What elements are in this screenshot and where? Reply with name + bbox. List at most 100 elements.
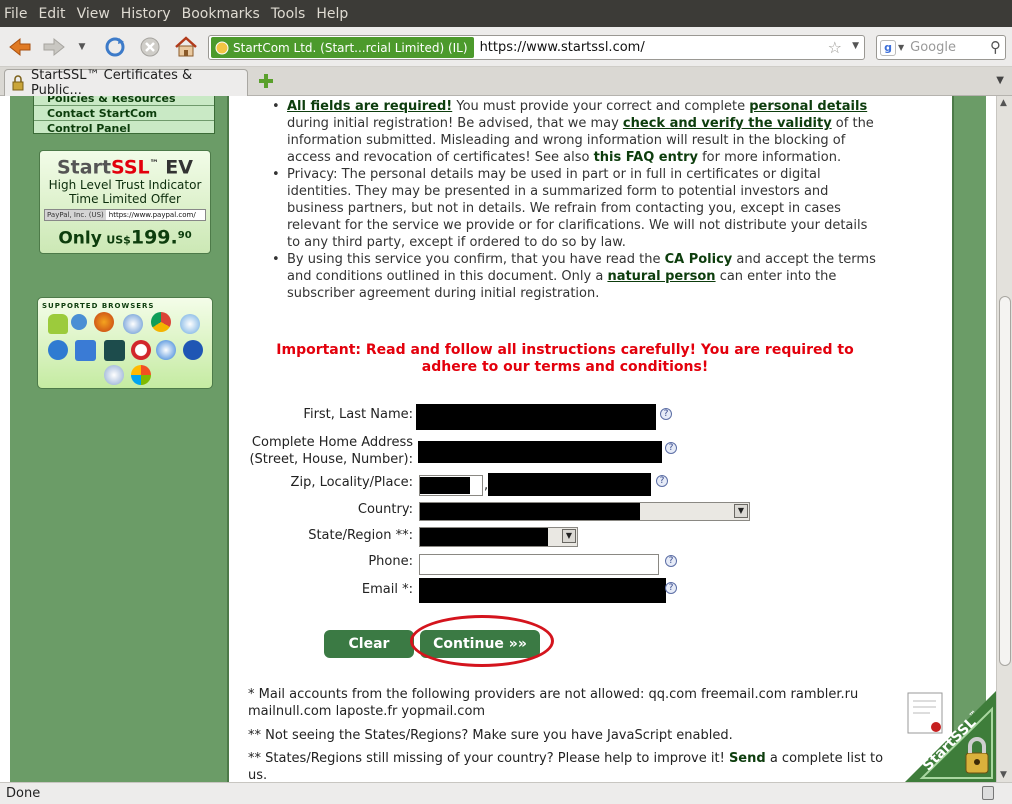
search-engine-dropdown-icon[interactable]: ▼ [898, 43, 904, 52]
menu-tools[interactable]: Tools [271, 6, 306, 22]
check-verify-link[interactable]: check and verify the validity [623, 116, 832, 131]
country-select[interactable]: ▼ [419, 502, 750, 521]
konqueror-icon [180, 314, 200, 334]
safari-icon [156, 340, 176, 360]
name-label: First, Last Name: [303, 407, 413, 422]
terms-item-required: All fields are required! You must provid… [258, 98, 878, 166]
name-help-icon[interactable]: ? [660, 408, 672, 420]
stop-icon [140, 37, 160, 57]
menu-view[interactable]: View [77, 6, 110, 22]
bookmark-star-icon[interactable]: ☆ [828, 38, 842, 57]
tab-list-dropdown-icon[interactable]: ▼ [996, 75, 1004, 86]
terms-text-3a: By using this service you confirm, that … [287, 252, 665, 267]
ev-title-ssl: SSL [111, 156, 150, 179]
natural-person-link[interactable]: natural person [607, 269, 715, 284]
site-identity-badge[interactable]: StartCom Ltd. (Start...rcial Limited) (I… [211, 37, 474, 58]
state-select[interactable]: ▼ [419, 527, 578, 547]
epiphany-icon [104, 365, 124, 385]
browsers-title: SUPPORTED BROWSERS [42, 302, 155, 310]
home-button[interactable] [172, 35, 200, 59]
maxthon-icon [75, 340, 96, 361]
menu-history[interactable]: History [121, 6, 171, 22]
search-input[interactable]: Google [910, 40, 956, 55]
url-bar[interactable]: StartCom Ltd. (Start...rcial Limited) (I… [208, 35, 865, 60]
email-field[interactable] [419, 578, 666, 603]
faq-entry-link[interactable]: this FAQ entry [594, 150, 698, 165]
home-icon [175, 36, 197, 57]
ev-title-ev: EV [165, 156, 193, 179]
name-field[interactable] [416, 404, 656, 430]
page-content: Policies & Resources Contact StartCom Co… [0, 96, 996, 782]
states-missing-note: ** States/Regions still missing of your … [248, 750, 888, 782]
mail-providers-note: * Mail accounts from the following provi… [248, 687, 859, 719]
webkit-icon [71, 314, 87, 330]
sidebar-item-policies[interactable]: Policies & Resources [34, 96, 214, 106]
all-fields-required-link[interactable]: All fields are required! [287, 99, 452, 114]
address-label-line2: (Street, House, Number): [249, 452, 413, 467]
sidebar-item-control-panel[interactable]: Control Panel [34, 121, 214, 136]
site-identity-label: StartCom Ltd. (Start...rcial Limited) (I… [233, 40, 468, 55]
paypal-mini-urlbar: PayPal, Inc. (US) https://www.paypal.com… [44, 209, 206, 222]
address-field[interactable] [418, 441, 662, 463]
zip-field[interactable] [419, 475, 483, 496]
sidebar-nav: Policies & Resources Contact StartCom Co… [33, 96, 215, 136]
clear-button[interactable]: Clear [324, 630, 414, 658]
url-text[interactable]: https://www.startssl.com/ [480, 40, 645, 55]
search-bar[interactable]: g ▼ Google ⚲ [876, 35, 1006, 60]
ev-price: Only US$199.90 [40, 225, 210, 251]
zip-label: Zip, Locality/Place: [290, 475, 413, 490]
tab-startssl[interactable]: StartSSL™ Certificates & Public... [4, 68, 248, 98]
lock-icon [12, 75, 24, 91]
ev-promo-banner[interactable]: StartSSL™ EV High Level Trust Indicator … [39, 150, 211, 254]
menu-help[interactable]: Help [316, 6, 348, 22]
terms-text-1d: for more information. [697, 150, 842, 165]
flock-icon [183, 340, 203, 360]
status-lock-icon[interactable] [982, 786, 994, 800]
ev-line2: Time Limited Offer [69, 192, 181, 207]
phone-field[interactable] [419, 554, 659, 575]
ev-price-currency: US$ [106, 233, 131, 247]
stop-button[interactable] [137, 35, 163, 59]
terms-list: All fields are required! You must provid… [258, 98, 878, 302]
vertical-scrollbar[interactable]: ▲ ▼ [996, 96, 1012, 782]
windows-icon [131, 365, 151, 385]
important-notice: Important: Read and follow all instructi… [276, 342, 854, 375]
state-dropdown-icon: ▼ [562, 529, 576, 543]
forward-button[interactable] [40, 35, 68, 59]
search-icon[interactable]: ⚲ [990, 38, 1001, 56]
locality-field[interactable] [488, 473, 651, 496]
menu-bookmarks[interactable]: Bookmarks [182, 6, 260, 22]
history-dropdown-button[interactable]: ▼ [74, 35, 90, 59]
phone-help-icon[interactable]: ? [665, 555, 677, 567]
ie-icon [48, 340, 68, 360]
startssl-seal[interactable]: StartSSL™ [900, 691, 996, 782]
ev-price-value: 199. [130, 226, 178, 249]
terms-text-1b: during initial registration! Be advised,… [287, 116, 623, 131]
scroll-down-icon[interactable]: ▼ [1000, 770, 1007, 780]
tab-bar: StartSSL™ Certificates & Public... ▼ [0, 67, 1012, 98]
state-label: State/Region **: [308, 528, 413, 543]
ev-title: StartSSL™ EV [40, 153, 210, 178]
address-help-icon[interactable]: ? [665, 442, 677, 454]
personal-details-link[interactable]: personal details [749, 99, 867, 114]
zip-help-icon[interactable]: ? [656, 475, 668, 487]
ca-policy-link[interactable]: CA Policy [665, 252, 733, 267]
menu-file[interactable]: File [4, 6, 27, 22]
google-icon[interactable]: g [880, 39, 896, 56]
terms-text-1a: You must provide your correct and comple… [452, 99, 750, 114]
send-link[interactable]: Send [729, 751, 766, 766]
right-border [952, 96, 986, 782]
scroll-up-icon[interactable]: ▲ [1000, 98, 1007, 108]
supported-browsers-panel: SUPPORTED BROWSERS [37, 297, 213, 389]
seamonkey-icon [123, 314, 143, 334]
firefox-icon [94, 312, 114, 332]
scrollbar-thumb[interactable] [999, 296, 1011, 666]
url-dropdown-icon[interactable]: ▼ [852, 41, 859, 51]
reload-button[interactable] [102, 35, 128, 59]
menu-edit[interactable]: Edit [38, 6, 65, 22]
sidebar-item-contact[interactable]: Contact StartCom [34, 106, 214, 121]
email-help-icon[interactable]: ? [665, 582, 677, 594]
new-tab-button[interactable] [257, 72, 275, 90]
back-button[interactable] [6, 35, 34, 59]
ev-price-only: Only [58, 228, 102, 249]
